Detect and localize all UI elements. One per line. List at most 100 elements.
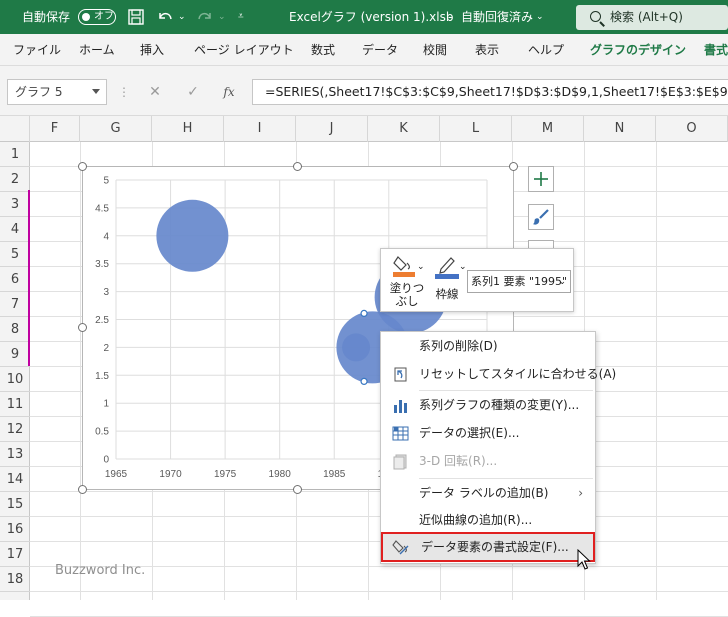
menu-item-add-data-labels[interactable]: データ ラベルの追加(B) › xyxy=(381,480,595,506)
outline-pen-icon[interactable] xyxy=(433,253,461,279)
undo-dropdown-icon[interactable]: ⌄ xyxy=(178,0,186,34)
menu-item-3d-rotation: 3-D 回転(R)... xyxy=(381,448,595,474)
autosave-toggle[interactable]: オフ xyxy=(78,9,116,25)
menu-item-select-data[interactable]: データの選択(E)... xyxy=(381,420,595,446)
row-header[interactable]: 9 xyxy=(0,342,30,367)
outline-label[interactable]: 枠線 xyxy=(429,288,465,301)
series-element-select[interactable]: 系列1 要素 "1995" ⌄ xyxy=(467,270,571,293)
row-header[interactable]: 2 xyxy=(0,167,30,192)
resize-handle-bottom[interactable] xyxy=(293,485,302,494)
name-box-dropdown-icon[interactable] xyxy=(92,89,100,94)
tab-home[interactable]: ホーム xyxy=(79,34,115,66)
menu-item-add-trendline[interactable]: 近似曲線の追加(R)... xyxy=(381,507,595,533)
column-header[interactable]: H xyxy=(152,116,224,142)
name-box-value: グラフ 5 xyxy=(15,85,63,99)
row-header[interactable]: 17 xyxy=(0,542,30,567)
row-header[interactable]: 18 xyxy=(0,567,30,592)
row-header[interactable]: 10 xyxy=(0,367,30,392)
column-header[interactable]: K xyxy=(368,116,440,142)
menu-item-reset-style[interactable]: リセットしてスタイルに合わせる(A) xyxy=(381,361,616,387)
y-tick-label: 3.5 xyxy=(95,259,109,270)
menu-item-delete-series[interactable]: 系列の削除(D) xyxy=(381,333,595,359)
row-header[interactable]: 13 xyxy=(0,442,30,467)
reset-style-icon xyxy=(394,367,407,382)
column-headers: F G H I J K L M N O xyxy=(0,116,728,142)
tab-chart-design[interactable]: グラフのデザイン xyxy=(590,34,686,66)
row-header[interactable]: 4 xyxy=(0,217,30,242)
row-header[interactable]: 8 xyxy=(0,317,30,342)
search-box[interactable]: 検索 (Alt+Q) xyxy=(576,5,728,30)
menu-item-change-chart-type[interactable]: 系列グラフの種類の変更(Y)... xyxy=(381,392,595,418)
ribbon-tabs: ファイル ホーム 挿入 ページ レイアウト 数式 データ 校閲 表示 ヘルプ グ… xyxy=(0,34,728,66)
bubble-point[interactable] xyxy=(342,333,371,362)
recovered-status[interactable]: 自動回復済み xyxy=(461,0,533,34)
formula-input[interactable]: =SERIES(,Sheet17!$C$3:$C$9,Sheet17!$D$3:… xyxy=(252,79,728,105)
column-header[interactable]: G xyxy=(80,116,152,142)
resize-handle-left[interactable] xyxy=(78,323,87,332)
column-header[interactable]: L xyxy=(440,116,512,142)
menu-item-format-data-point[interactable]: データ要素の書式設定(F)... xyxy=(381,532,595,562)
y-tick-label: 2.5 xyxy=(95,315,109,326)
row-header[interactable]: 14 xyxy=(0,467,30,492)
row-header[interactable]: 1 xyxy=(0,142,30,167)
resize-handle-top[interactable] xyxy=(293,162,302,171)
tab-formulas[interactable]: 数式 xyxy=(311,34,335,66)
tab-view[interactable]: 表示 xyxy=(475,34,499,66)
row-header[interactable]: 11 xyxy=(0,392,30,417)
search-icon xyxy=(590,11,601,22)
file-name: Excelグラフ (version 1).xlsb xyxy=(289,10,454,24)
menu-item-label: 3-D 回転(R)... xyxy=(419,454,498,468)
menu-item-label: データ ラベルの追加(B) xyxy=(419,486,549,500)
row-header[interactable]: 16 xyxy=(0,517,30,542)
tab-insert[interactable]: 挿入 xyxy=(140,34,164,66)
y-tick-label: 3 xyxy=(103,287,109,298)
enter-icon[interactable]: ✓ xyxy=(181,80,205,104)
fill-bucket-icon[interactable] xyxy=(391,253,419,279)
row-header[interactable]: 15 xyxy=(0,492,30,517)
title-dropdown-icon[interactable]: ⌄ xyxy=(536,0,544,34)
undo-icon[interactable] xyxy=(156,9,174,25)
redo-dropdown-icon[interactable]: ⌄ xyxy=(218,0,226,34)
x-tick-label: 1980 xyxy=(269,469,292,480)
tab-data[interactable]: データ xyxy=(362,34,398,66)
resize-handle-bottom-left[interactable] xyxy=(78,485,87,494)
row-header[interactable]: 7 xyxy=(0,292,30,317)
chart-styles-button[interactable] xyxy=(528,204,554,230)
row-header[interactable]: 5 xyxy=(0,242,30,267)
cancel-icon[interactable]: ✕ xyxy=(143,80,167,104)
more-options-icon[interactable]: ⋮ xyxy=(112,80,136,104)
column-header[interactable]: F xyxy=(30,116,80,142)
chart-type-icon xyxy=(394,400,407,413)
menu-item-label: データの選択(E)... xyxy=(419,426,520,440)
insert-function-icon[interactable]: fx xyxy=(217,80,241,104)
outline-dropdown-icon[interactable]: ⌄ xyxy=(459,261,467,274)
point-selection-handle[interactable] xyxy=(360,309,368,317)
redo-icon[interactable] xyxy=(196,9,214,25)
resize-handle-top-right[interactable] xyxy=(509,162,518,171)
column-header[interactable]: I xyxy=(224,116,296,142)
resize-handle-top-left[interactable] xyxy=(78,162,87,171)
row-header[interactable]: 6 xyxy=(0,267,30,292)
save-icon[interactable] xyxy=(128,9,144,25)
fill-label-line2[interactable]: ぶし xyxy=(387,295,427,308)
point-selection-handle[interactable] xyxy=(360,377,368,385)
bubble-point[interactable] xyxy=(156,199,229,272)
row-header[interactable]: 12 xyxy=(0,417,30,442)
row-header[interactable]: 3 xyxy=(0,192,30,217)
column-header[interactable]: M xyxy=(512,116,584,142)
chart-elements-button[interactable] xyxy=(528,166,554,192)
name-box[interactable]: グラフ 5 xyxy=(7,79,107,105)
customize-qat-icon[interactable]: ⩡ xyxy=(238,0,244,34)
tab-review[interactable]: 校閲 xyxy=(423,34,447,66)
autosave-label: 自動保存 xyxy=(22,10,71,24)
column-header[interactable]: N xyxy=(584,116,656,142)
tab-format[interactable]: 書式 xyxy=(704,34,728,66)
tab-help[interactable]: ヘルプ xyxy=(528,34,564,66)
fill-dropdown-icon[interactable]: ⌄ xyxy=(417,261,425,274)
column-header[interactable]: O xyxy=(656,116,728,142)
select-all-corner[interactable] xyxy=(0,116,30,142)
column-header[interactable]: J xyxy=(296,116,368,142)
tab-page-layout[interactable]: ページ レイアウト xyxy=(194,34,294,66)
tab-file[interactable]: ファイル xyxy=(13,34,61,66)
grid-line xyxy=(80,142,81,600)
